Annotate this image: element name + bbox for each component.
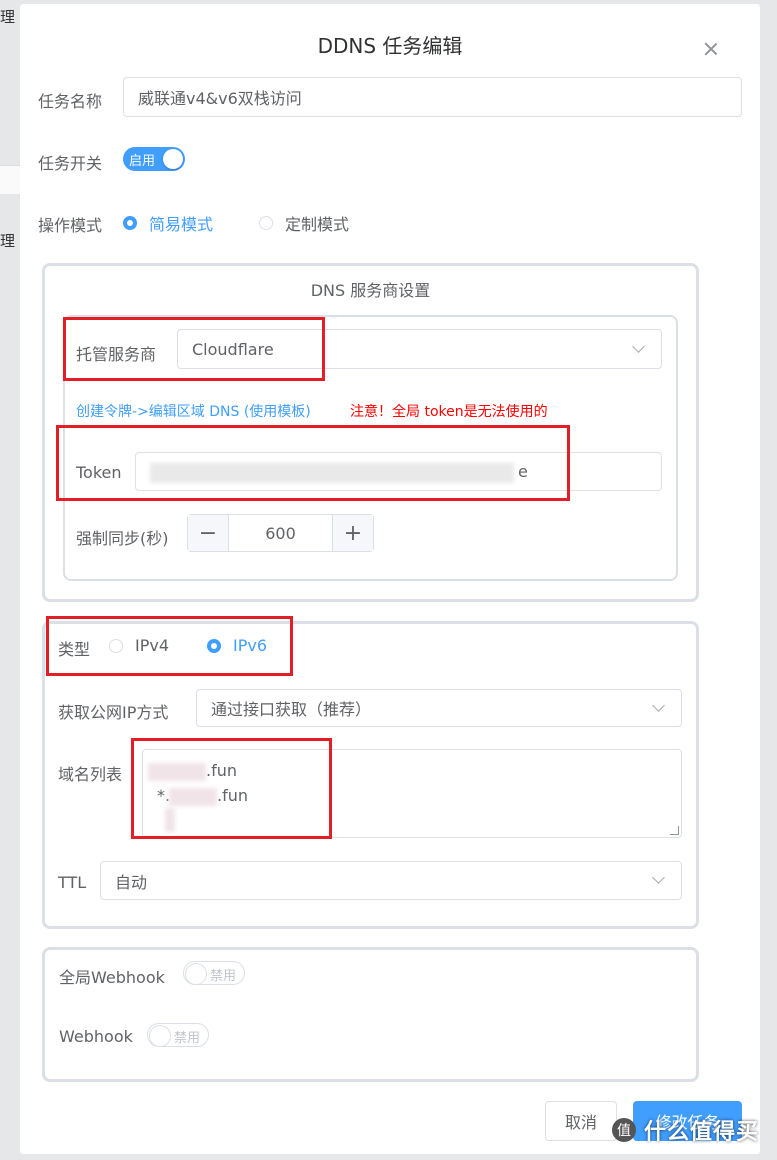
- provider-value: Cloudflare: [192, 339, 274, 359]
- chevron-down-icon: [652, 871, 665, 884]
- task-name-input[interactable]: 威联通v4&v6双栈访问: [123, 77, 742, 117]
- switch-knob: [185, 963, 207, 985]
- resize-handle-icon[interactable]: [670, 826, 679, 835]
- mode-custom-radio[interactable]: 定制模式: [259, 211, 349, 235]
- ip-method-select[interactable]: 通过接口获取（推荐）: [196, 689, 682, 727]
- dns-panel-title: DNS 服务商设置: [310, 281, 431, 300]
- mode-custom-label: 定制模式: [285, 215, 350, 234]
- sync-stepper[interactable]: − 600 +: [187, 514, 374, 552]
- switch-text: 禁用: [210, 969, 237, 984]
- webhook-switch[interactable]: 禁用: [147, 1023, 209, 1047]
- ip-method-label: 获取公网IP方式: [58, 703, 169, 722]
- ip-method-value: 通过接口获取（推荐）: [211, 700, 372, 719]
- token-redaction: [150, 463, 514, 483]
- mode-simple-radio[interactable]: 简易模式: [123, 211, 213, 235]
- radio-dot: [109, 638, 123, 653]
- mode-label: 操作模式: [38, 216, 103, 235]
- radio-dot: [259, 216, 273, 230]
- switch-text: 启用: [129, 154, 156, 169]
- webhook-label: Webhook: [59, 1027, 133, 1046]
- mode-simple-label: 简易模式: [149, 215, 214, 234]
- create-token-link[interactable]: 创建令牌->编辑区域 DNS (使用模板): [76, 401, 311, 421]
- token-value-tail: e: [518, 462, 528, 481]
- token-warning: 注意！全局 token是无法使用的: [350, 404, 548, 420]
- token-label: Token: [76, 463, 122, 482]
- ipv4-label: IPv4: [135, 636, 170, 655]
- chevron-down-icon: [632, 340, 645, 353]
- minus-icon[interactable]: −: [188, 515, 228, 551]
- global-webhook-label: 全局Webhook: [59, 968, 165, 987]
- task-name-label: 任务名称: [38, 92, 103, 111]
- watermark-badge: 值: [612, 1118, 636, 1142]
- radio-dot: [207, 638, 221, 653]
- provider-label: 托管服务商: [76, 345, 157, 364]
- watermark: 值 什么值得买: [612, 1114, 759, 1146]
- background-text: 理: [0, 8, 16, 26]
- ttl-label: TTL: [58, 873, 87, 892]
- domain-redaction: [165, 808, 175, 832]
- type-label: 类型: [58, 640, 91, 659]
- ddns-edit-dialog: DDNS 任务编辑 任务名称 威联通v4&v6双栈访问 任务开关 启用 操作模式…: [20, 4, 760, 1154]
- watermark-text: 什么值得买: [644, 1120, 760, 1145]
- radio-dot: [123, 216, 137, 230]
- domain-list-textarea[interactable]: .fun *. .fun: [142, 749, 682, 838]
- close-icon[interactable]: [702, 40, 720, 58]
- switch-knob: [149, 1025, 171, 1047]
- task-name-value: 威联通v4&v6双栈访问: [138, 89, 302, 108]
- task-switch-label: 任务开关: [38, 154, 103, 173]
- chevron-down-icon: [652, 699, 665, 712]
- dialog-title: DDNS 任务编辑: [317, 34, 463, 58]
- sync-label: 强制同步(秒): [76, 529, 169, 548]
- background-row: [0, 165, 22, 194]
- ipv6-label: IPv6: [233, 636, 268, 655]
- global-webhook-switch[interactable]: 禁用: [183, 961, 245, 985]
- domain-1-suffix: .fun: [206, 761, 237, 780]
- provider-select[interactable]: Cloudflare: [177, 329, 662, 369]
- ipv6-radio[interactable]: IPv6: [207, 636, 267, 655]
- plus-icon[interactable]: +: [333, 515, 373, 551]
- task-enable-switch[interactable]: 启用: [123, 147, 185, 171]
- switch-text: 禁用: [174, 1031, 201, 1046]
- ipv4-radio[interactable]: IPv4: [109, 636, 169, 655]
- domain-redaction: [169, 788, 217, 806]
- domain-list-label: 域名列表: [58, 765, 123, 784]
- ttl-select[interactable]: 自动: [100, 861, 682, 900]
- token-input[interactable]: e: [135, 452, 662, 491]
- background-text: 理: [0, 232, 16, 250]
- domain-redaction: [148, 763, 206, 781]
- sync-value[interactable]: 600: [228, 515, 333, 551]
- domain-2-suffix: .fun: [217, 786, 248, 805]
- switch-knob: [163, 149, 183, 169]
- cancel-button[interactable]: 取消: [545, 1101, 617, 1141]
- ttl-value: 自动: [115, 872, 148, 892]
